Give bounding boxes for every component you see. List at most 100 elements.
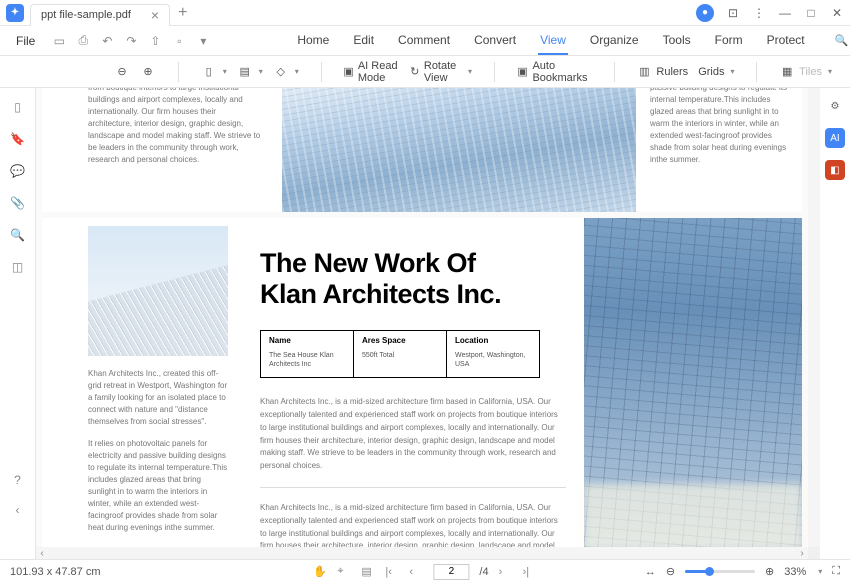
bookmarks-panel-icon[interactable]: 🔖	[9, 130, 27, 148]
collapse-left-icon[interactable]: ‹	[9, 501, 27, 519]
droplet-icon: ◇	[273, 64, 289, 80]
background-button[interactable]: ◇▾	[271, 61, 301, 83]
search-icon: 🔍	[835, 34, 849, 47]
file-menu[interactable]: File	[8, 30, 43, 52]
menu-view[interactable]: View	[538, 27, 568, 55]
scroll-right-icon[interactable]: ›	[796, 548, 808, 559]
close-window-icon[interactable]: ✕	[830, 6, 844, 20]
info-table: Name The Sea House Klan Architects Inc A…	[260, 330, 540, 378]
rulers-button[interactable]: ▥Rulers	[634, 61, 690, 83]
zoom-in-button[interactable]: ⊕	[138, 61, 158, 83]
title-line: The New Work Of	[260, 248, 566, 279]
body-text: Khan Architects Inc., created this off-g…	[88, 368, 228, 428]
maximize-icon[interactable]: □	[804, 6, 818, 20]
zoom-out-status-icon[interactable]: ⊖	[666, 565, 675, 578]
statusbar: 101.93 x 47.87 cm ✋ ⌖ ▤ |‹ ‹ /4 › ›| ↔ ⊖…	[0, 559, 850, 583]
horizontal-scrollbar[interactable]: ‹ ›	[36, 547, 808, 559]
menu-organize[interactable]: Organize	[588, 27, 641, 55]
fullscreen-icon[interactable]: ⛶	[832, 565, 840, 578]
last-page-icon[interactable]: ›|	[523, 566, 537, 578]
rotate-view-button[interactable]: ↻Rotate View ▾	[408, 57, 474, 87]
body-text: from boutique interiors to large institu…	[42, 88, 282, 212]
divider	[260, 487, 566, 488]
chevron-down-icon: ▾	[223, 67, 227, 76]
fit-page-icon: ▯	[201, 64, 217, 80]
attachments-icon[interactable]: 📎	[9, 194, 27, 212]
redo-icon[interactable]: ↷	[123, 33, 139, 49]
user-avatar[interactable]: ●	[696, 4, 714, 22]
body-text: Khan Architects Inc., is a mid-sized arc…	[260, 396, 566, 473]
fit-width-icon[interactable]: ↔	[645, 566, 656, 578]
chevron-down-icon: ▾	[468, 67, 472, 76]
new-tab-button[interactable]: +	[178, 4, 187, 22]
menu-home[interactable]: Home	[295, 27, 331, 55]
chevron-down-icon: ▾	[730, 67, 734, 76]
tiles-button[interactable]: ▦Tiles▾	[777, 61, 834, 83]
feedback-icon[interactable]: ⊡	[726, 6, 740, 20]
select-tool-icon[interactable]: ⌖	[337, 565, 351, 578]
ai-assistant-icon[interactable]: AI	[825, 128, 845, 148]
rotate-view-label: Rotate View	[424, 60, 462, 84]
help-icon[interactable]: ?	[9, 471, 27, 489]
page-area[interactable]: from boutique interiors to large institu…	[36, 88, 808, 547]
thumbnails-icon[interactable]: ▯	[9, 98, 27, 116]
grids-button[interactable]: Grids ▾	[696, 63, 736, 81]
print-icon[interactable]: ⎙	[75, 33, 91, 49]
vertical-scrollbar[interactable]	[808, 88, 820, 547]
menu-comment[interactable]: Comment	[396, 27, 452, 55]
page-number-input[interactable]	[433, 564, 469, 580]
close-tab-icon[interactable]: ×	[151, 8, 159, 22]
menu-convert[interactable]: Convert	[472, 27, 518, 55]
comments-panel-icon[interactable]: 💬	[9, 162, 27, 180]
menu-protect[interactable]: Protect	[765, 27, 807, 55]
next-page-icon[interactable]: ›	[499, 566, 513, 578]
chevron-down-icon[interactable]: ▾	[818, 567, 822, 576]
table-cell: 550ft Total	[362, 351, 438, 360]
menu-tools[interactable]: Tools	[661, 27, 693, 55]
zoom-in-status-icon[interactable]: ⊕	[765, 565, 774, 578]
zoom-thumb[interactable]	[705, 567, 714, 576]
menu-edit[interactable]: Edit	[351, 27, 376, 55]
menu-dots-icon[interactable]: ⋮	[752, 6, 766, 20]
building-image	[584, 218, 802, 547]
fit-page-button[interactable]: ▯▾	[199, 61, 229, 83]
table-cell: The Sea House Klan Architects Inc	[269, 351, 345, 369]
prev-page-icon[interactable]: ‹	[409, 566, 423, 578]
title-line: Klan Architects Inc.	[260, 279, 566, 310]
chevron-down-icon: ▾	[828, 67, 832, 76]
titlebar: ✦ ppt file-sample.pdf × + ● ⊡ ⋮ — □ ✕	[0, 0, 850, 26]
share-icon[interactable]: ⇧	[147, 33, 163, 49]
scroll-left-icon[interactable]: ‹	[36, 548, 48, 559]
qat-chevron-icon[interactable]: ▾	[195, 33, 211, 49]
view-toolbar: ⊖ ⊕ ▯▾ ▤▾ ◇▾ ▣AI Read Mode ↻Rotate View▾…	[0, 56, 850, 88]
table-cell: Westport, Washington, USA	[455, 351, 531, 369]
settings-icon[interactable]: ⚙	[825, 96, 845, 116]
integration-icon[interactable]: ◧	[825, 160, 845, 180]
layers-icon[interactable]: ◫	[9, 258, 27, 276]
search-panel-icon[interactable]: 🔍	[9, 226, 27, 244]
ai-read-mode-button[interactable]: ▣AI Read Mode	[341, 57, 401, 87]
open-icon[interactable]: ▭	[51, 33, 67, 49]
first-page-icon[interactable]: |‹	[385, 566, 399, 578]
undo-icon[interactable]: ↶	[99, 33, 115, 49]
zoom-slider[interactable]	[685, 570, 755, 573]
chevron-down-icon: ▾	[259, 67, 263, 76]
rotate-icon: ↻	[410, 64, 420, 80]
reflow-icon[interactable]: ▤	[361, 565, 375, 578]
hand-tool-icon[interactable]: ✋	[313, 565, 327, 578]
search-tools[interactable]: 🔍 Search Tools	[835, 29, 850, 53]
building-image	[88, 226, 228, 356]
auto-bookmarks-button[interactable]: ▣Auto Bookmarks	[515, 57, 594, 87]
menu-form[interactable]: Form	[713, 27, 745, 55]
page-layout-button[interactable]: ▤▾	[235, 61, 265, 83]
app-icon[interactable]: ✦	[6, 4, 24, 22]
document-tab[interactable]: ppt file-sample.pdf ×	[30, 4, 170, 26]
grids-label: Grids	[698, 66, 724, 78]
document-viewport: from boutique interiors to large institu…	[36, 88, 820, 559]
zoom-out-button[interactable]: ⊖	[112, 61, 132, 83]
zoom-in-icon: ⊕	[140, 64, 156, 80]
save-icon[interactable]: ▫	[171, 33, 187, 49]
zoom-out-icon: ⊖	[114, 64, 130, 80]
minimize-icon[interactable]: —	[778, 6, 792, 20]
page-total: /4	[479, 566, 488, 578]
